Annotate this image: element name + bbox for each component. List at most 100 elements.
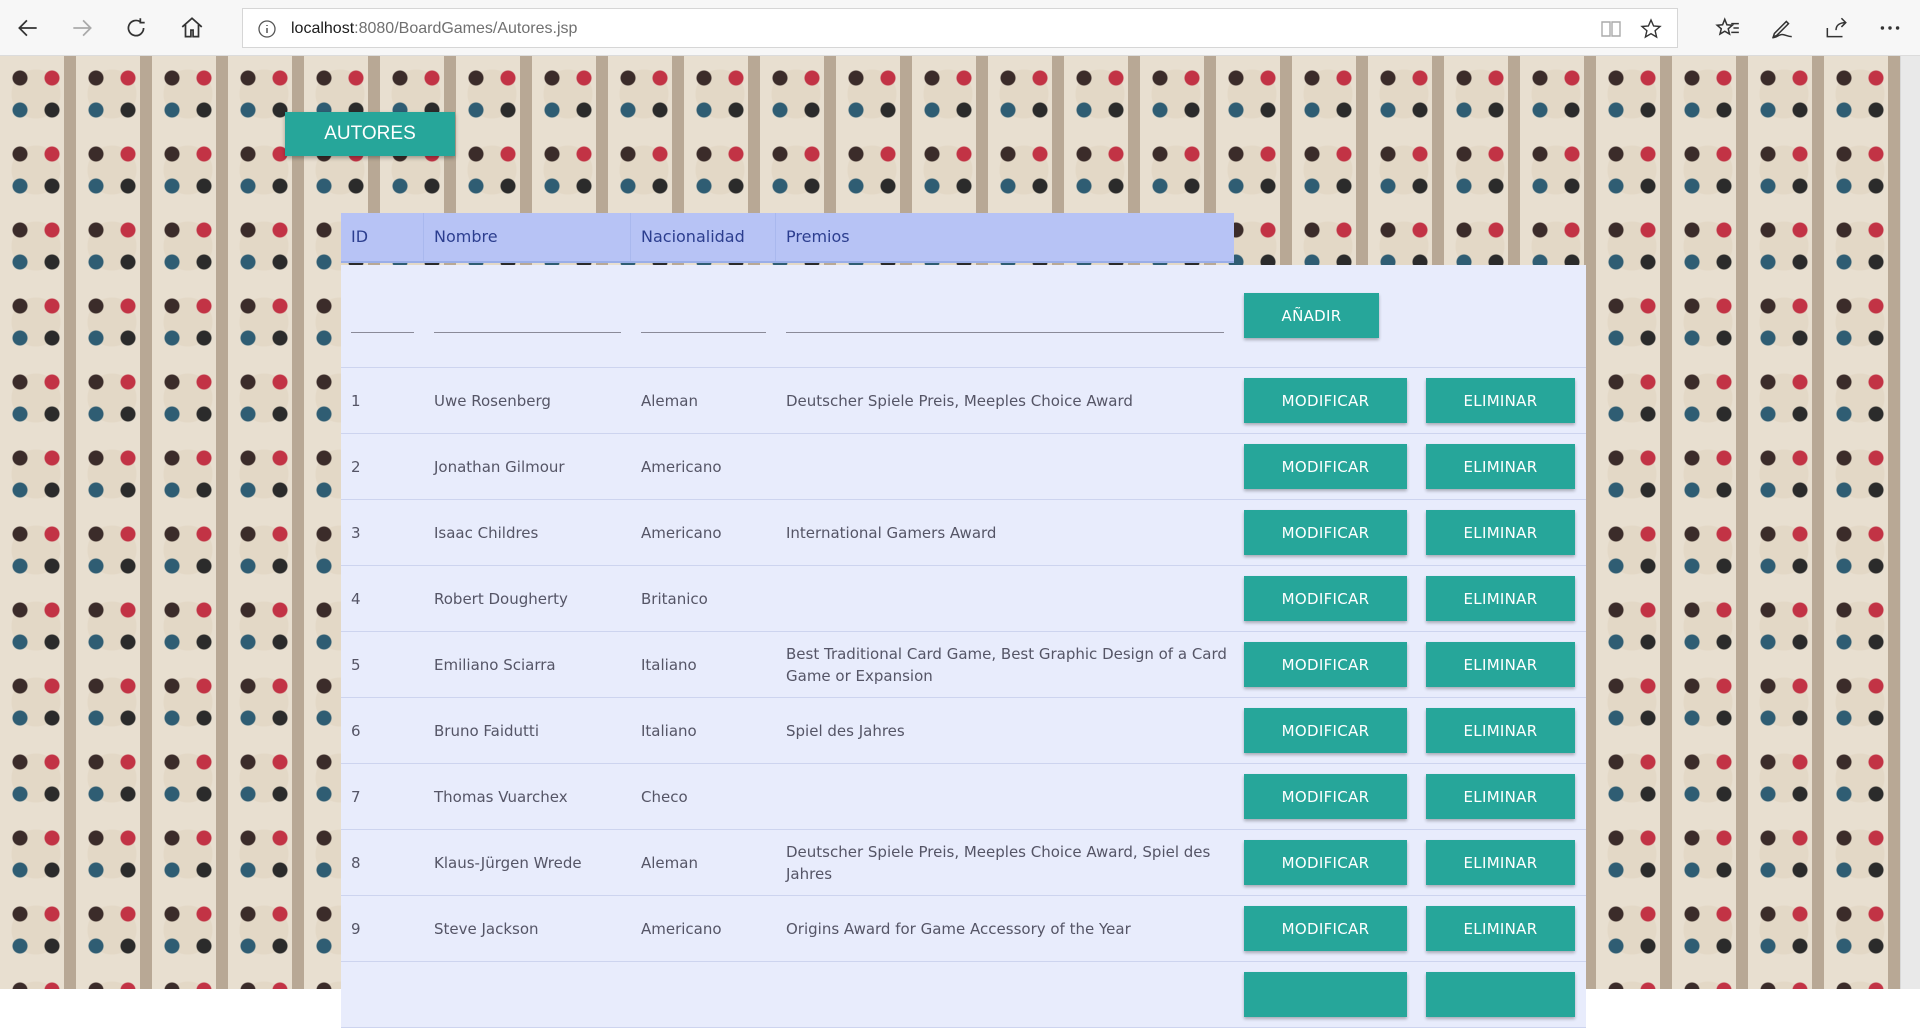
- cell-nombre: Jonathan Gilmour: [434, 457, 565, 476]
- cell-premios: [776, 434, 1234, 499]
- nacionalidad-input[interactable]: [641, 332, 766, 333]
- cell-nacionalidad: Aleman: [641, 853, 698, 872]
- id-input[interactable]: [351, 332, 414, 333]
- delete-button[interactable]: ELIMINAR: [1426, 840, 1575, 885]
- table-row: 5 Emiliano Sciarra Italiano Best Traditiona…: [341, 632, 1586, 698]
- arrow-right-icon: [73, 19, 92, 37]
- table-row: 8 Klaus-Jürgen Wrede Aleman Deutscher Spiel…: [341, 830, 1586, 896]
- share-button[interactable]: [1816, 8, 1856, 48]
- cell-id: 8: [351, 853, 361, 872]
- info-icon[interactable]: [257, 19, 277, 39]
- cell-nombre: Emiliano Sciarra: [434, 655, 556, 674]
- reading-view-icon[interactable]: [1599, 17, 1623, 41]
- header-premios: Premios: [786, 227, 850, 246]
- modify-button[interactable]: [1244, 972, 1407, 1017]
- add-button[interactable]: AÑADIR: [1244, 293, 1379, 338]
- cell-nombre: Uwe Rosenberg: [434, 391, 551, 410]
- cell-nombre: Isaac Childres: [434, 523, 539, 542]
- modify-button[interactable]: MODIFICAR: [1244, 576, 1407, 621]
- refresh-icon: [127, 18, 145, 37]
- cell-premios: Best Traditional Card Game, Best Graphic…: [786, 644, 1227, 685]
- table-row: 1 Uwe Rosenberg Aleman Deutscher Spiele Pre…: [341, 368, 1586, 434]
- cell-id: 1: [351, 391, 361, 410]
- table-row: [341, 962, 1586, 1028]
- delete-button[interactable]: ELIMINAR: [1426, 576, 1575, 621]
- header-nacionalidad: Nacionalidad: [631, 213, 776, 261]
- cell-nacionalidad: Britanico: [641, 589, 708, 608]
- modify-button[interactable]: MODIFICAR: [1244, 906, 1407, 951]
- cell-premios: Origins Award for Game Accessory of the …: [786, 919, 1131, 938]
- home-icon: [181, 17, 203, 38]
- back-button[interactable]: [8, 8, 48, 48]
- home-button[interactable]: [172, 8, 212, 48]
- cell-premios: Deutscher Spiele Preis, Meeples Choice A…: [786, 391, 1133, 410]
- cell-id: 3: [351, 523, 361, 542]
- cell-premios: Spiel des Jahres: [786, 721, 905, 740]
- cell-premios: International Gamers Award: [786, 523, 997, 542]
- premios-input[interactable]: [786, 332, 1224, 333]
- cell-nacionalidad: Americano: [641, 457, 722, 476]
- cell-nacionalidad: Americano: [641, 523, 722, 542]
- more-button[interactable]: [1870, 8, 1910, 48]
- cell-nombre: Thomas Vuarchex: [434, 787, 568, 806]
- delete-button[interactable]: ELIMINAR: [1426, 906, 1575, 951]
- refresh-button[interactable]: [116, 8, 156, 48]
- table-row: 6 Bruno Faidutti Italiano Spiel des Jahres M…: [341, 698, 1586, 764]
- nombre-input[interactable]: [434, 332, 621, 333]
- autores-title-button[interactable]: AUTORES: [285, 112, 455, 156]
- pen-icon: [1772, 20, 1792, 39]
- modify-button[interactable]: MODIFICAR: [1244, 378, 1407, 423]
- cell-nacionalidad: Italiano: [641, 655, 697, 674]
- cell-nacionalidad: Italiano: [641, 721, 697, 740]
- table-header: ID Nombre Nacionalidad Premios: [341, 213, 1234, 263]
- delete-button[interactable]: ELIMINAR: [1426, 774, 1575, 819]
- header-nombre: Nombre: [424, 213, 631, 261]
- favorites-button[interactable]: [1708, 8, 1748, 48]
- table-row: 4 Robert Dougherty Britanico MODIFICAR ELIMI…: [341, 566, 1586, 632]
- favorites-icon: [1715, 17, 1739, 36]
- delete-button[interactable]: ELIMINAR: [1426, 708, 1575, 753]
- cell-nacionalidad: Aleman: [641, 391, 698, 410]
- modify-button[interactable]: MODIFICAR: [1244, 444, 1407, 489]
- cell-nombre: Robert Dougherty: [434, 589, 568, 608]
- cell-nacionalidad: Checo: [641, 787, 688, 806]
- modify-button[interactable]: MODIFICAR: [1244, 510, 1407, 555]
- more-icon: [1880, 26, 1900, 30]
- scrollbar[interactable]: [1900, 56, 1920, 989]
- cell-id: 6: [351, 721, 361, 740]
- forward-button[interactable]: [62, 8, 102, 48]
- cell-id: 5: [351, 655, 361, 674]
- table-row: 9 Steve Jackson Americano Origins Award for…: [341, 896, 1586, 962]
- table-row: 7 Thomas Vuarchex Checo MODIFICAR ELIMINAR: [341, 764, 1586, 830]
- modify-button[interactable]: MODIFICAR: [1244, 774, 1407, 819]
- cell-premios: Deutscher Spiele Preis, Meeples Choice A…: [786, 842, 1211, 883]
- browser-toolbar: localhost:8080/BoardGames/Autores.jsp: [0, 0, 1920, 56]
- cell-id: 2: [351, 457, 361, 476]
- table-row: 2 Jonathan Gilmour Americano MODIFICAR ELIMI…: [341, 434, 1586, 500]
- address-bar[interactable]: localhost:8080/BoardGames/Autores.jsp: [242, 8, 1678, 48]
- delete-button[interactable]: ELIMINAR: [1426, 642, 1575, 687]
- new-author-row: AÑADIR: [341, 265, 1586, 368]
- star-icon[interactable]: [1639, 17, 1663, 41]
- table-row: 3 Isaac Childres Americano International Ga…: [341, 500, 1586, 566]
- delete-button[interactable]: ELIMINAR: [1426, 444, 1575, 489]
- cell-id: 7: [351, 787, 361, 806]
- delete-button[interactable]: [1426, 972, 1575, 1017]
- modify-button[interactable]: MODIFICAR: [1244, 708, 1407, 753]
- cell-id: 4: [351, 589, 361, 608]
- table-body: AÑADIR 1 Uwe Rosenberg Aleman Deutscher Spi…: [341, 265, 1586, 1028]
- header-id: ID: [341, 213, 424, 261]
- share-icon: [1826, 17, 1847, 38]
- modify-button[interactable]: MODIFICAR: [1244, 840, 1407, 885]
- cell-nombre: Steve Jackson: [434, 919, 539, 938]
- cell-nombre: Bruno Faidutti: [434, 721, 539, 740]
- arrow-left-icon: [18, 19, 37, 37]
- cell-id: 9: [351, 919, 361, 938]
- delete-button[interactable]: ELIMINAR: [1426, 510, 1575, 555]
- delete-button[interactable]: ELIMINAR: [1426, 378, 1575, 423]
- cell-premios: [776, 566, 1234, 631]
- url-text: localhost:8080/BoardGames/Autores.jsp: [291, 20, 578, 37]
- modify-button[interactable]: MODIFICAR: [1244, 642, 1407, 687]
- pen-button[interactable]: [1762, 8, 1802, 48]
- cell-premios: [776, 764, 1234, 829]
